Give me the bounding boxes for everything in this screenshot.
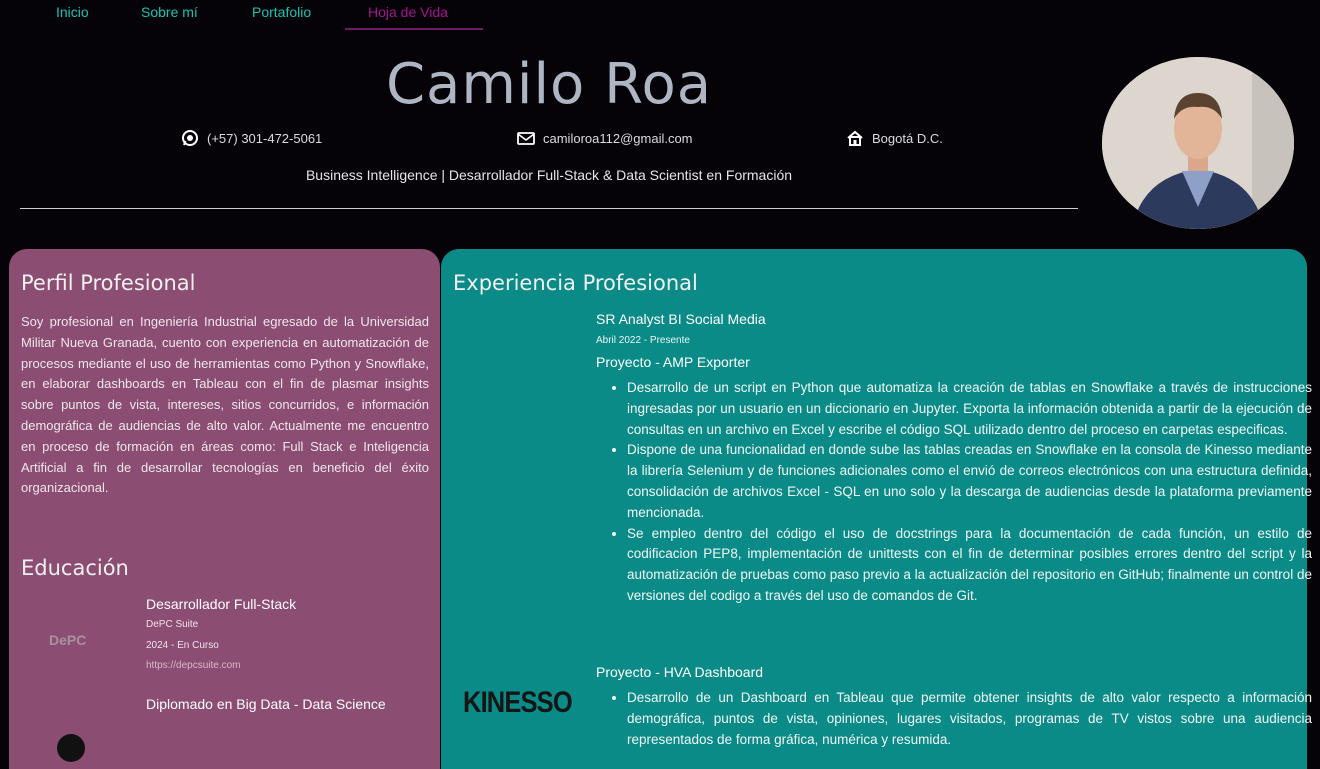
nav-link-inicio[interactable]: Inicio [56,4,89,20]
project-bullets: Desarrollo de un script en Python que au… [609,378,1312,607]
education-date: 2024 - En Curso [146,640,219,651]
job-date: Abril 2022 - Presente [596,335,690,346]
project-bullets-2: Desarrollo de un Dashboard en Tableau qu… [609,688,1312,750]
list-item: Desarrollo de un Dashboard en Tableau qu… [627,688,1312,750]
education-link[interactable]: https://depcsuite.com [146,660,241,671]
phone-contact: (+57) 301-472-5061 [181,130,322,146]
experience-heading: Experiencia Profesional [453,271,698,295]
experience-panel: Experiencia Profesional SR Analyst BI So… [441,249,1312,769]
education-title-2: Diplomado en Big Data - Data Science [146,696,386,712]
kinesso-logo: KINESSO [463,686,573,719]
education-institution: DePC Suite [146,619,199,630]
header-divider [20,208,1078,209]
bigdata-logo [57,734,85,762]
phone-number: (+57) 301-472-5061 [207,130,323,146]
list-item: Se empleo dentro del código el uso de do… [627,524,1312,607]
education-title: Desarrollador Full-Stack [146,596,297,612]
list-item: Dispone de una funcionalidad en donde su… [627,440,1312,523]
email-contact: camiloroa112@gmail.com [517,130,693,146]
location-contact: Bogotá D.C. [846,130,943,146]
whatsapp-icon [181,130,199,146]
nav-link-portafolio[interactable]: Portafolio [252,4,311,20]
list-item: Desarrollo de un script en Python que au… [627,378,1312,440]
profile-subtitle: Business Intelligence | Desarrollador Fu… [305,167,793,183]
education-heading: Educación [21,556,129,580]
nav-link-hoja-de-vida[interactable]: Hoja de Vida [368,4,448,20]
email-address[interactable]: camiloroa112@gmail.com [543,131,693,146]
avatar [1102,57,1294,229]
job-title: SR Analyst BI Social Media [596,311,766,327]
location-text: Bogotá D.C. [872,130,943,146]
project-title: Proyecto - AMP Exporter [596,354,750,370]
profile-panel: Perfil Profesional Soy profesional en In… [9,249,440,769]
profile-heading: Perfil Profesional [21,271,196,295]
top-nav: Inicio Sobre mí Portafolio Hoja de Vida [0,0,1320,30]
home-icon [846,130,864,146]
envelope-icon [517,130,535,146]
page-title: Camilo Roa [385,52,713,117]
profile-text: Soy profesional en Ingeniería Industrial… [21,314,429,496]
depc-logo: DePC [49,632,87,648]
active-tab-underline [345,28,483,30]
project-title-2: Proyecto - HVA Dashboard [596,664,764,680]
nav-link-sobre-mi[interactable]: Sobre mí [141,4,198,20]
